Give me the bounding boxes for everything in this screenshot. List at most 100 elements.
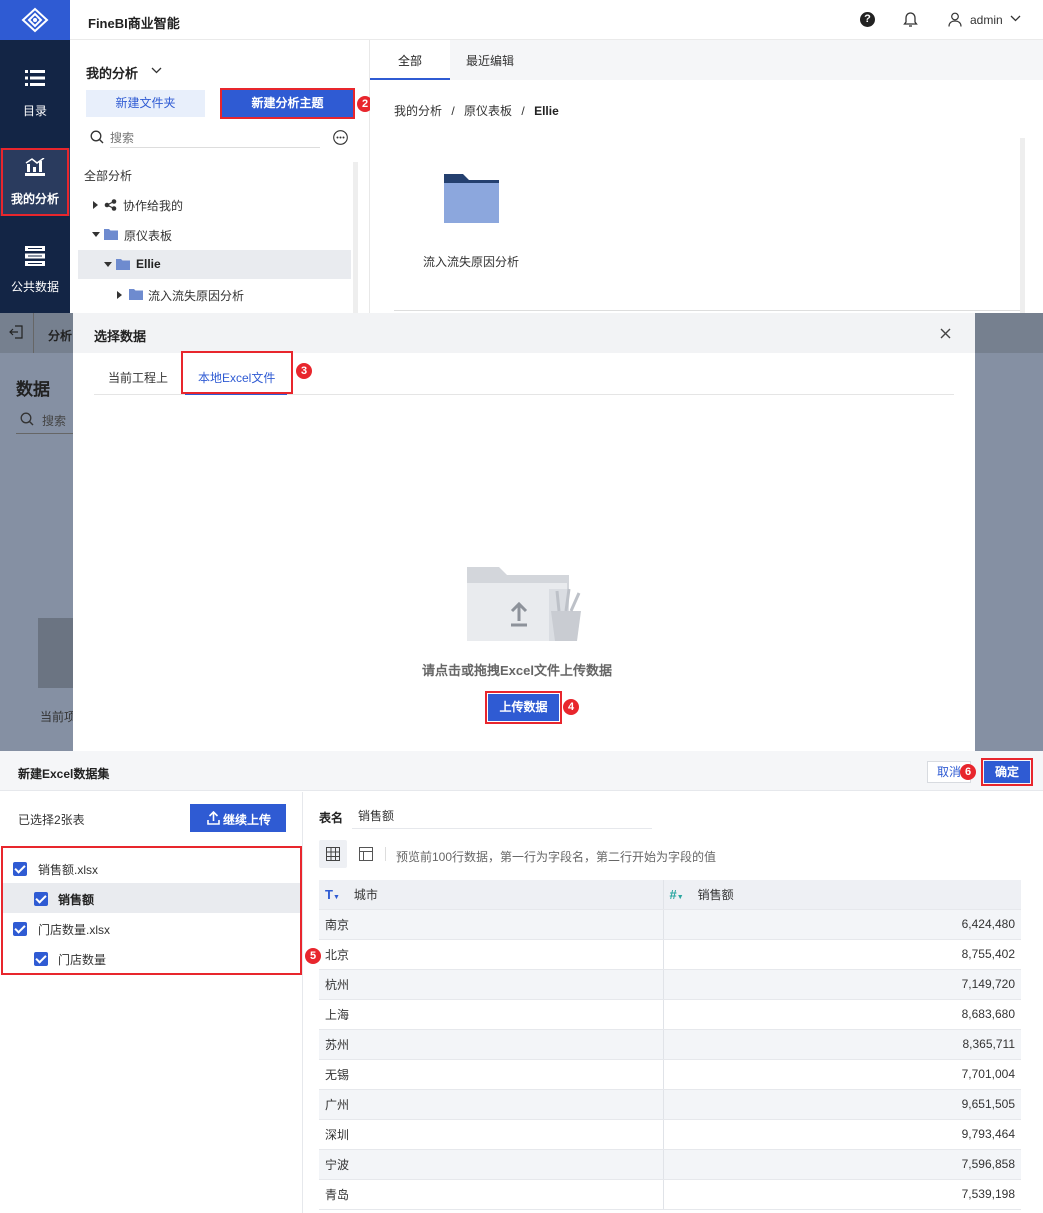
tab-local-excel[interactable]: 本地Excel文件 bbox=[185, 363, 287, 395]
upload-icon bbox=[207, 811, 220, 825]
sales-cell: 7,539,198 bbox=[663, 1179, 1021, 1210]
user-name[interactable]: admin bbox=[970, 13, 1003, 27]
upload-data-button[interactable]: 上传数据 bbox=[488, 694, 559, 721]
new-excel-dataset: 新建Excel数据集 取消 6 确定 已选择2张表 继续上传 销售额.xlsx … bbox=[0, 751, 1043, 1213]
column-header[interactable]: #▼ 销售额 bbox=[663, 880, 1021, 910]
nav-label: 公共数据 bbox=[10, 280, 59, 294]
city-cell: 杭州 bbox=[319, 969, 664, 1000]
checkbox[interactable] bbox=[13, 922, 27, 936]
divider bbox=[16, 433, 73, 434]
new-folder-button[interactable]: 新建文件夹 bbox=[86, 90, 205, 117]
tree-item-dashboard[interactable]: 原仪表板 bbox=[90, 227, 350, 249]
sales-cell: 9,651,505 bbox=[663, 1089, 1021, 1120]
chevron-down-icon[interactable] bbox=[1010, 15, 1021, 22]
scrollbar[interactable] bbox=[1020, 138, 1025, 313]
bg-data-title: 数据 bbox=[16, 380, 50, 399]
sales-cell: 8,755,402 bbox=[663, 939, 1021, 970]
folder-label: 流入流失原因分析 bbox=[423, 255, 520, 269]
folder-icon bbox=[444, 174, 499, 223]
close-icon[interactable] bbox=[940, 328, 951, 339]
selected-count: 已选择2张表 bbox=[18, 813, 85, 827]
table-row: 上海 8,683,680 bbox=[319, 999, 1021, 1030]
bell-icon[interactable] bbox=[903, 11, 918, 28]
dialog-title: 选择数据 bbox=[94, 329, 147, 344]
bg-analysis-label: 分析 bbox=[48, 329, 73, 343]
sales-cell: 7,701,004 bbox=[663, 1059, 1021, 1090]
tab-recent[interactable]: 最近编辑 bbox=[450, 40, 546, 80]
table-icon bbox=[326, 847, 340, 861]
divider bbox=[385, 847, 386, 861]
tree-item-analysis[interactable]: 流入流失原因分析 bbox=[90, 287, 350, 309]
breadcrumb-item[interactable]: 我的分析 bbox=[394, 104, 442, 118]
caret-right-icon[interactable] bbox=[117, 291, 122, 299]
caret-down-icon[interactable] bbox=[104, 262, 112, 267]
folder-card[interactable]: 流入流失原因分析 bbox=[414, 170, 544, 270]
field-view-toggle[interactable] bbox=[352, 840, 380, 868]
caret-down-icon[interactable] bbox=[92, 232, 100, 237]
sheet-item[interactable]: 门店数量 bbox=[2, 943, 300, 973]
tree-item-ellie[interactable]: Ellie bbox=[78, 250, 351, 279]
city-cell: 北京 bbox=[319, 939, 664, 970]
city-cell: 深圳 bbox=[319, 1119, 664, 1150]
file-item[interactable]: 销售额.xlsx bbox=[2, 853, 300, 883]
step-badge-6: 6 bbox=[960, 764, 976, 780]
nav-label: 目录 bbox=[22, 104, 47, 118]
search-icon bbox=[90, 130, 104, 144]
number-type-icon[interactable]: #▼ bbox=[670, 887, 684, 902]
nav-item-my-analysis[interactable]: 我的分析 bbox=[0, 148, 70, 216]
tab-label: 最近编辑 bbox=[466, 54, 515, 68]
new-subject-button[interactable]: 新建分析主题 bbox=[222, 90, 353, 117]
city-cell: 上海 bbox=[319, 999, 664, 1030]
tree-root[interactable]: 全部分析 bbox=[84, 167, 132, 184]
panel-title[interactable]: 我的分析 bbox=[86, 63, 138, 82]
list-icon bbox=[25, 70, 45, 86]
tree-item-shared[interactable]: 协作给我的 bbox=[90, 197, 350, 219]
upload-illustration bbox=[463, 561, 583, 646]
table-row: 深圳 9,793,464 bbox=[319, 1119, 1021, 1150]
checkbox[interactable] bbox=[34, 892, 48, 906]
text-type-icon[interactable]: T▼ bbox=[325, 887, 340, 902]
file-name: 销售额.xlsx bbox=[38, 863, 99, 877]
table-name-input[interactable] bbox=[352, 803, 652, 829]
tree-label: 原仪表板 bbox=[124, 229, 173, 243]
app-logo[interactable] bbox=[0, 0, 70, 40]
dataset-header: 新建Excel数据集 取消 6 确定 bbox=[0, 751, 1043, 791]
folder-icon bbox=[104, 229, 118, 240]
folder-icon bbox=[116, 259, 130, 270]
user-icon bbox=[948, 12, 962, 27]
column-label: 城市 bbox=[353, 887, 378, 902]
table-row: 南京 6,424,480 bbox=[319, 909, 1021, 940]
breadcrumb-item[interactable]: 原仪表板 bbox=[464, 104, 512, 118]
folder-icon bbox=[129, 289, 143, 300]
folder-icon bbox=[38, 618, 73, 688]
help-icon[interactable]: ? bbox=[860, 12, 875, 27]
column-header[interactable]: T▼ 城市 bbox=[319, 880, 664, 910]
column-label: 销售额 bbox=[697, 887, 734, 902]
main-content: 全部 最近编辑 我的分析 / 原仪表板 / Ellie 流入流失原因分析 bbox=[370, 40, 1043, 313]
nav-item-catalog[interactable]: 目录 bbox=[0, 44, 70, 118]
table-row: 广州 9,651,505 bbox=[319, 1089, 1021, 1120]
search-input[interactable] bbox=[110, 128, 320, 148]
more-icon[interactable] bbox=[333, 130, 348, 145]
checkbox[interactable] bbox=[13, 862, 27, 876]
scrollbar[interactable] bbox=[353, 162, 358, 313]
checkbox[interactable] bbox=[34, 952, 48, 966]
nav-item-public-data[interactable]: 公共数据 bbox=[0, 232, 70, 304]
table-row: 宁波 7,596,858 bbox=[319, 1149, 1021, 1180]
city-cell: 南京 bbox=[319, 909, 664, 940]
continue-upload-button[interactable]: 继续上传 bbox=[190, 804, 286, 832]
grid-view-toggle[interactable] bbox=[319, 840, 347, 868]
sales-cell: 7,596,858 bbox=[663, 1149, 1021, 1180]
file-item[interactable]: 门店数量.xlsx bbox=[2, 913, 300, 943]
chevron-down-icon[interactable] bbox=[151, 67, 162, 74]
sheet-item[interactable]: 销售额 bbox=[2, 883, 300, 913]
database-icon bbox=[25, 246, 45, 266]
preview-table: T▼ 城市 #▼ 销售额 南京 6,424,480 北京 8,755,402 杭州 7,1… bbox=[319, 880, 1021, 1210]
nav-label: 我的分析 bbox=[10, 192, 59, 206]
tab-label: 当前工程上 bbox=[108, 371, 169, 385]
tab-all[interactable]: 全部 bbox=[370, 40, 450, 80]
bg-partial-label: 当前项 bbox=[40, 710, 77, 724]
caret-right-icon[interactable] bbox=[93, 201, 98, 209]
confirm-button[interactable]: 确定 bbox=[984, 761, 1030, 783]
tab-current-project[interactable]: 当前工程上 bbox=[97, 363, 187, 393]
